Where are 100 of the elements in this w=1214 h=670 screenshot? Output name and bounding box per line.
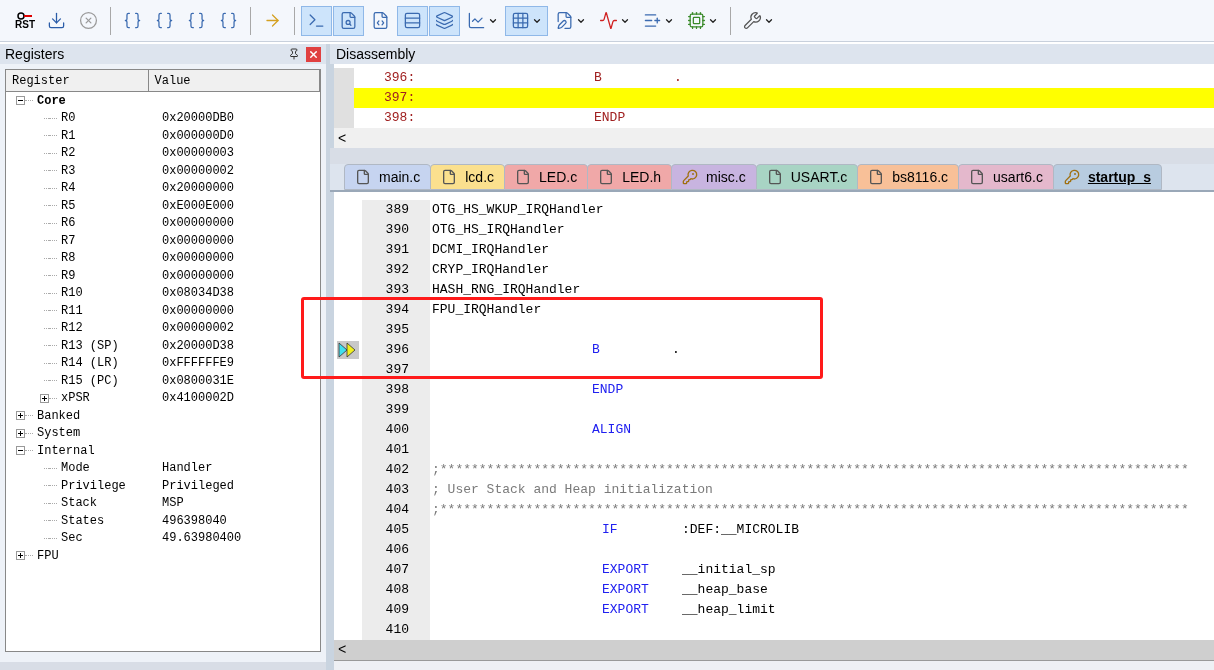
register-name: R1 — [61, 127, 76, 145]
register-value: 0x00000000 — [162, 302, 234, 320]
rows-icon — [403, 11, 422, 30]
code-keyword: IF — [602, 521, 619, 540]
stop-icon — [79, 11, 98, 30]
register-value: 0x0800031E — [162, 372, 234, 390]
line-number: 403 — [362, 480, 430, 500]
register-value: 496398040 — [162, 512, 227, 530]
instruction-text: B — [594, 69, 603, 88]
register-name: Mode — [61, 460, 90, 478]
file-tab[interactable]: main.c — [344, 164, 432, 190]
callstack-button[interactable] — [429, 5, 460, 36]
disasm-button[interactable] — [333, 5, 364, 36]
line-number: 407 — [362, 560, 430, 580]
line-number: 404 — [362, 500, 430, 520]
expand-icon[interactable] — [16, 428, 25, 438]
code-comment: ;************************************************************************************************ — [432, 501, 1189, 520]
code-text: DCMI_IRQHandler — [432, 241, 550, 260]
pen-document-icon — [555, 11, 574, 30]
file-tab[interactable]: usart6.c — [958, 164, 1054, 190]
file-icon — [868, 169, 885, 185]
code-keyword: ENDP — [592, 381, 625, 400]
tools-icon — [743, 11, 762, 30]
layers-icon — [435, 11, 454, 30]
register-value: 0x00000002 — [162, 162, 234, 180]
line-number: 406 — [362, 540, 430, 560]
line-number: 393 — [362, 280, 430, 300]
memory-button[interactable] — [505, 5, 548, 36]
code-text: __initial_sp — [682, 561, 776, 580]
line-number: 391 — [362, 240, 430, 260]
file-tab[interactable]: bs8116.c — [857, 164, 960, 190]
file-tab[interactable]: startup_s — [1052, 164, 1162, 190]
code-keyword: B — [592, 341, 601, 360]
braces-icon — [155, 11, 174, 30]
register-value: 49.63980400 — [162, 530, 242, 548]
chip-icon — [687, 11, 706, 30]
line-number: 402 — [362, 460, 430, 480]
code-comment: ;************************************************************************************************ — [432, 461, 1189, 480]
line-number: 396 — [362, 340, 430, 360]
register-value: 0x00000000 — [162, 267, 234, 285]
line-address: 397: — [383, 89, 417, 108]
collapse-icon[interactable] — [16, 96, 25, 106]
disassembly-gutter — [334, 68, 354, 128]
line-number: 392 — [362, 260, 430, 280]
document-magnifier-icon — [339, 11, 358, 30]
line-number: 409 — [362, 600, 430, 620]
disassembly-line[interactable]: 396: B . — [354, 68, 1214, 88]
code-keyword: ALIGN — [592, 421, 632, 440]
register-value: MSP — [162, 495, 184, 513]
close-button[interactable] — [306, 46, 321, 62]
file-tab[interactable]: LED.c — [504, 164, 589, 190]
collapse-icon[interactable] — [16, 446, 25, 456]
expand-icon[interactable] — [16, 551, 25, 561]
register-name: States — [61, 512, 105, 530]
line-number: 399 — [362, 400, 430, 420]
scroll-left-arrow[interactable]: < — [338, 131, 347, 145]
file-tab[interactable]: USART.c — [755, 164, 859, 190]
disassembly-line[interactable]: 398: ENDP — [354, 108, 1214, 128]
register-name: R13 (SP) — [61, 337, 119, 355]
code-text: FPU_IRQHandler — [432, 301, 542, 320]
register-value: 0x00000000 — [162, 250, 234, 268]
reset-button[interactable]: RST — [10, 5, 40, 36]
registers-button[interactable] — [397, 5, 428, 36]
line-address: 396: — [383, 69, 417, 88]
pin-icon — [288, 48, 300, 60]
wave-icon — [599, 11, 618, 30]
code-text: OTG_HS_IRQHandler — [432, 221, 565, 240]
register-value: 0xE000E000 — [162, 197, 234, 215]
register-value: 0x4100002D — [162, 390, 234, 408]
horizontal-scrollbar[interactable]: < — [334, 640, 1214, 660]
register-name: FPU — [37, 547, 59, 565]
console-button[interactable] — [301, 5, 332, 36]
expand-icon[interactable] — [16, 411, 25, 421]
file-tab[interactable]: LED.h — [587, 164, 673, 190]
code-keyword: EXPORT — [602, 561, 650, 580]
code-file-icon — [371, 11, 390, 30]
code-text: HASH_RNG_IRQHandler — [432, 281, 581, 300]
register-name: R14 (LR) — [61, 355, 119, 373]
register-value: 0x00000000 — [162, 232, 234, 250]
code-text: :DEF:__MICROLIB — [682, 521, 800, 540]
file-icon — [515, 169, 532, 185]
grid-icon — [511, 11, 530, 30]
line-number: 401 — [362, 440, 430, 460]
horizontal-scrollbar[interactable]: < — [330, 128, 1214, 148]
column-header[interactable]: Register — [6, 70, 149, 91]
key-file-icon — [682, 169, 699, 185]
column-header[interactable]: Value — [148, 70, 320, 91]
braces-icon — [219, 11, 238, 30]
line-number: 395 — [362, 320, 430, 340]
register-value: 0x00000002 — [162, 320, 234, 338]
register-name: R12 — [61, 320, 83, 338]
file-tab[interactable]: lcd.c — [430, 164, 506, 190]
expand-icon[interactable] — [40, 393, 49, 403]
braces-icon — [187, 11, 206, 30]
register-name: R7 — [61, 232, 76, 250]
scroll-left-arrow[interactable]: < — [338, 643, 347, 657]
code-text: OTG_HS_WKUP_IRQHandler — [432, 201, 604, 220]
register-name: R2 — [61, 145, 76, 163]
key-file-icon — [1063, 169, 1080, 185]
file-tab[interactable]: misc.c — [671, 164, 757, 190]
